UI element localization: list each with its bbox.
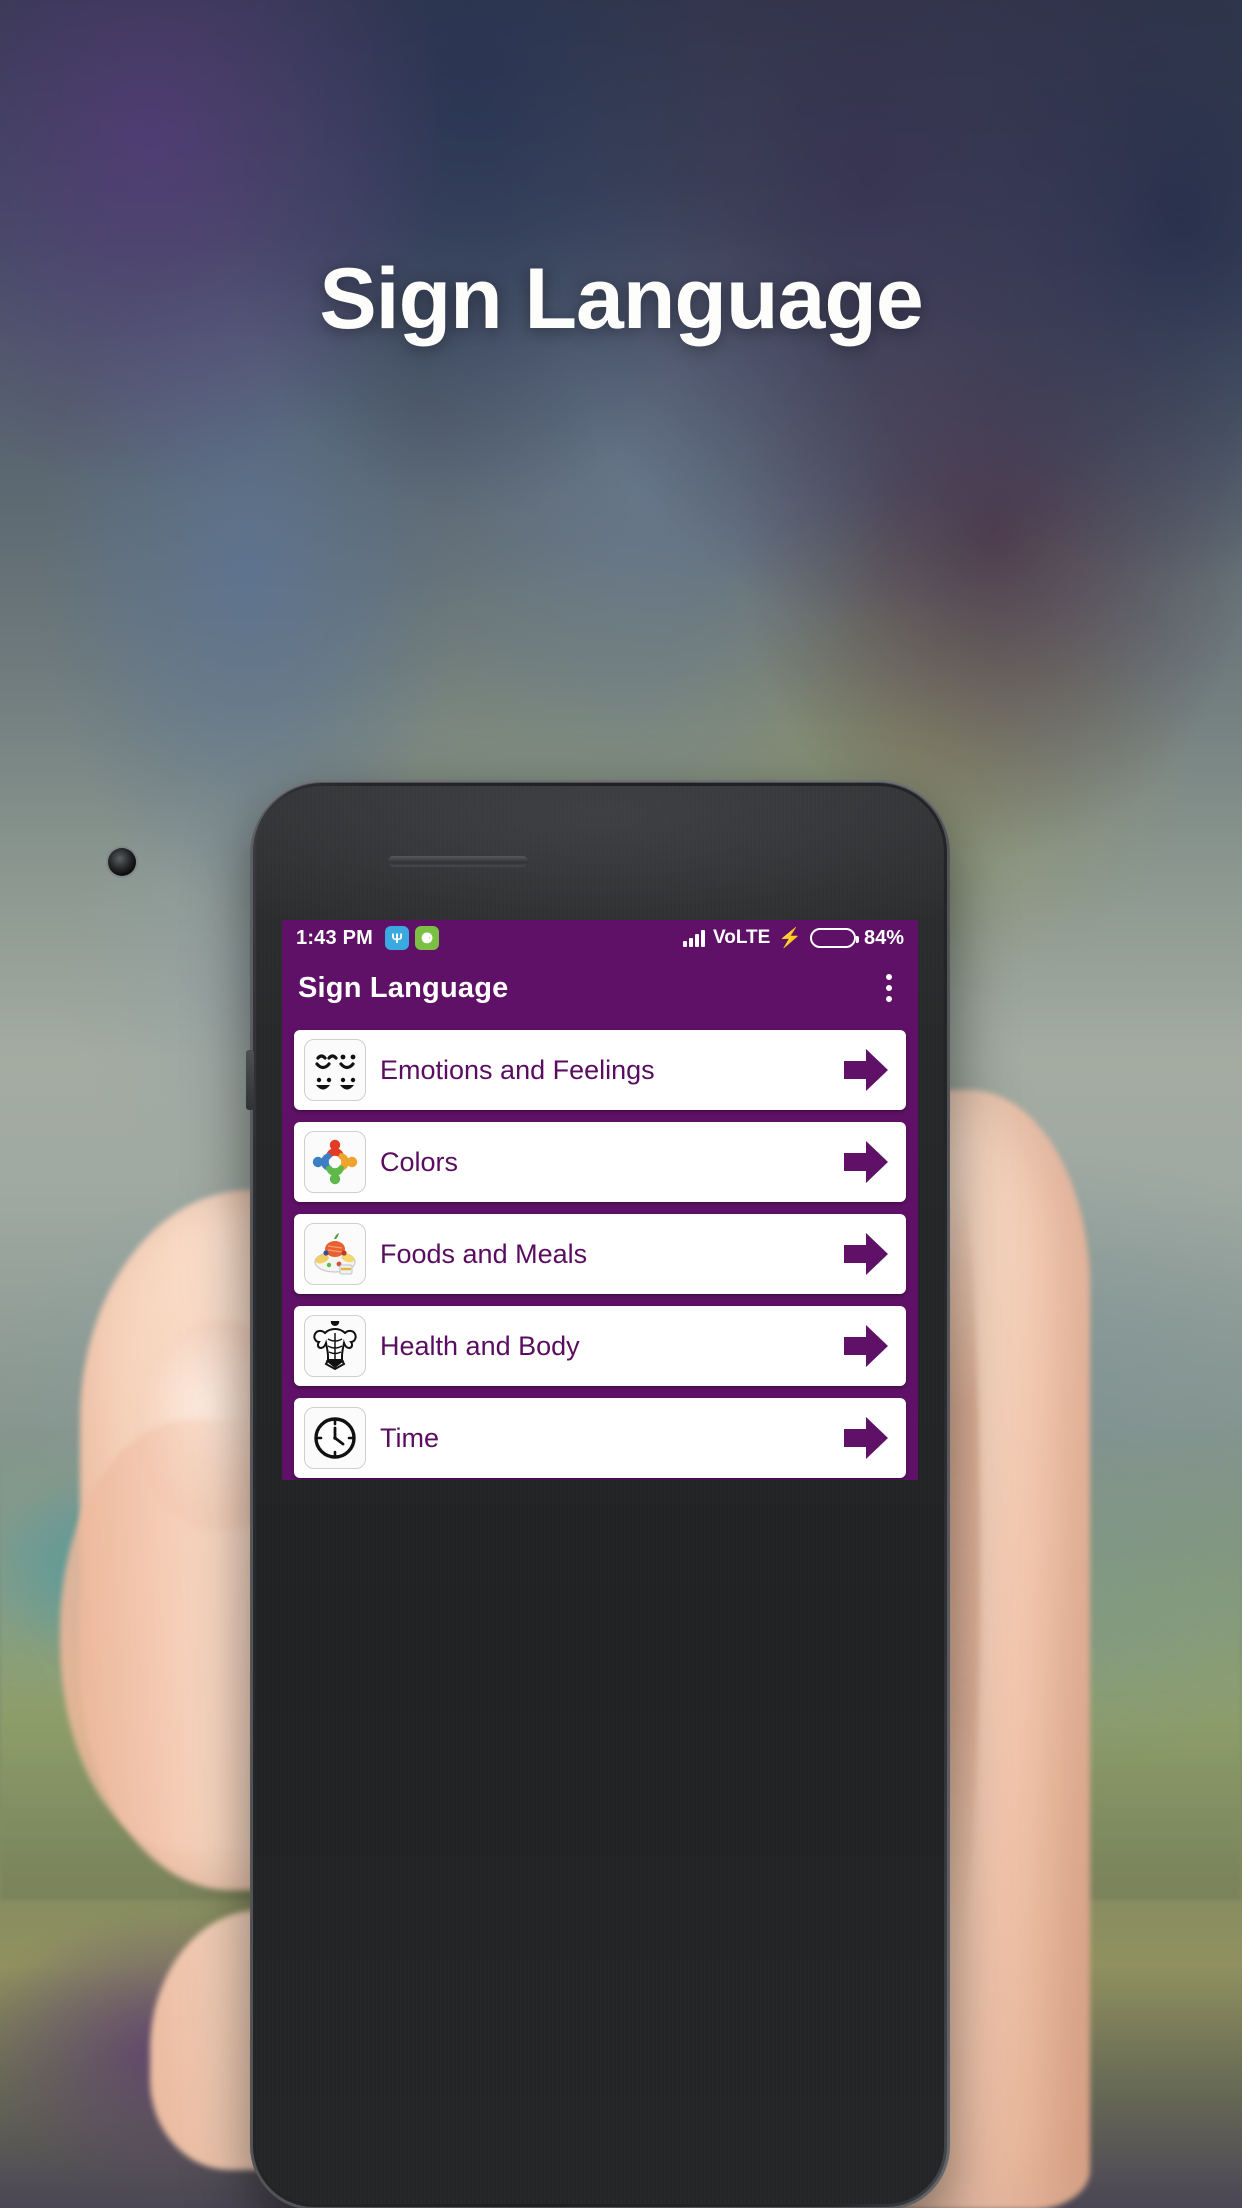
status-left-icons: Ψ ⚈ [385,926,439,950]
earpiece-speaker-icon [388,856,528,867]
chevron-right-icon[interactable] [842,1321,896,1371]
muscular-torso-icon [304,1315,366,1377]
list-item-label: Colors [380,1146,459,1177]
app-bar: Sign Language [282,956,918,1020]
app-viewport: 1:43 PM Ψ ⚈ VoLTE ⚡ 84% Sign Language Em… [282,920,918,1480]
side-button-left[interactable] [246,1050,254,1110]
list-item[interactable]: Emotions and Feelings [294,1030,906,1110]
network-label: VoLTE [712,927,771,948]
chevron-right-icon[interactable] [842,1137,896,1187]
battery-percent-label: 84% [863,926,904,949]
list-item-label: Time [380,1422,439,1453]
status-clock: 1:43 PM [296,926,373,949]
status-right-icons: VoLTE ⚡ 84% [682,926,904,950]
list-item-label: Health and Body [380,1330,580,1361]
smiley-faces-icon [304,1039,366,1101]
list-item[interactable]: Time [294,1398,906,1478]
list-item[interactable]: Foods and Meals [294,1214,906,1294]
status-bar: 1:43 PM Ψ ⚈ VoLTE ⚡ 84% [282,920,918,956]
charging-bolt-icon: ⚡ [778,928,802,949]
list-item-label: Emotions and Feelings [380,1054,655,1085]
overflow-menu-icon[interactable] [876,968,902,1008]
battery-icon [809,928,859,948]
phone-screen: 1:43 PM Ψ ⚈ VoLTE ⚡ 84% Sign Language Em… [282,920,918,1480]
list-item[interactable]: Colors [294,1122,906,1202]
color-people-circle-icon [304,1131,366,1193]
list-item-label: Foods and Meals [380,1238,588,1269]
list-item[interactable]: Health and Body [294,1306,906,1386]
clock-icon [304,1407,366,1469]
food-plate-icon [304,1223,366,1285]
bot-icon: ⚈ [415,926,439,950]
app-bar-title: Sign Language [298,971,509,1004]
signal-bars-icon [682,929,705,947]
usb-icon: Ψ [385,926,409,950]
page-title: Sign Language [319,251,923,347]
front-camera-icon [108,848,136,876]
chevron-right-icon[interactable] [842,1229,896,1279]
chevron-right-icon[interactable] [842,1045,896,1095]
chevron-right-icon[interactable] [842,1413,896,1463]
category-list: Emotions and Feelings Colors Foods and Mea… [282,1020,918,1480]
